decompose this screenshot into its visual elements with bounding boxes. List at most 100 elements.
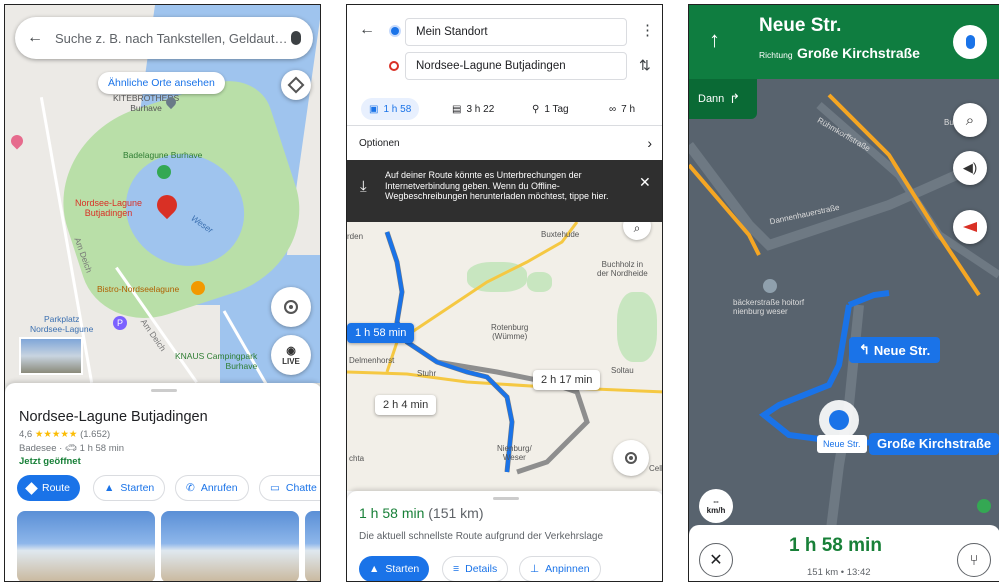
map-label: Soltau [611,366,634,375]
microphone-icon [965,35,975,49]
swap-icon[interactable]: ⇅ [639,57,651,74]
chat-button[interactable]: ▭ Chatte [259,475,320,501]
route-tag-alt1[interactable]: 2 h 17 min [533,370,601,390]
parking-icon: P [113,316,127,330]
pin-button[interactable]: ⊥ Anpinnen [519,556,601,581]
street-view-thumbnail[interactable] [19,337,83,375]
place-details-screen: ← Suche z. B. nach Tankstellen, Geldaut…… [4,4,321,582]
options-row[interactable]: Optionen › [347,126,662,160]
start-button[interactable]: ▲ Starten [359,556,430,581]
turn-left-icon: ↰ [859,342,870,357]
origin-input[interactable]: Mein Standort [405,18,627,46]
search-icon: ⌕ [633,222,641,235]
place-sheet[interactable]: Nordsee-Lagune Butjadingen 4,6 ★★★★★ (1.… [5,383,320,581]
layers-button[interactable] [281,70,311,100]
sound-button[interactable]: ◀) [953,151,987,185]
search-button[interactable]: ⌕ [953,103,987,137]
similar-places-chip[interactable]: Ähnliche Orte ansehen [98,72,225,94]
voice-button[interactable] [953,25,987,59]
alternate-routes-button[interactable]: ⑂ [957,543,991,577]
my-location-icon [625,452,637,464]
live-view-icon: ◉ [286,345,296,357]
route-map[interactable]: 1 h 58 min 2 h 17 min 2 h 4 min Buxtehud… [347,222,662,491]
back-arrow-icon[interactable]: ← [359,21,375,39]
back-arrow-icon[interactable]: ← [27,29,43,47]
next-street: Neue Str. [759,15,842,36]
arrow-up-icon: ↑ [709,27,720,52]
route-note: Die aktuell schnellste Route aufgrund de… [359,531,604,542]
close-icon: ✕ [709,552,723,569]
mode-transit[interactable]: ▤ 3 h 22 [452,98,494,120]
mode-car[interactable]: ▣ 1 h 58 [361,98,420,120]
map-view[interactable]: ← Suche z. B. nach Tankstellen, Geldaut…… [5,5,320,383]
route-distance: (151 km) [428,505,484,521]
search-input[interactable]: Suche z. B. nach Tankstellen, Geldaut… [55,31,291,46]
navigation-arrow-icon: ▲ [369,563,380,575]
poi-label: bäckerstraße hoitorf nienburg weser [733,298,805,316]
map-label: rden [347,232,364,241]
map-label-parkplatz: Parkplatz Nordsee-Lagune [30,314,94,334]
speedometer: -- km/h [699,489,733,523]
route-summary: 1 h 58 min (151 km) [359,505,484,521]
drag-handle[interactable] [150,389,177,392]
map-label: Delmenhorst [349,356,395,365]
search-bar[interactable]: ← Suche z. B. nach Tankstellen, Geldaut… [15,17,313,59]
rating-row: 4,6 ★★★★★ (1.652) [19,429,111,440]
map-label-bistro: Bistro-Nordseelagune [97,284,180,294]
offline-banner[interactable]: ⤓ Auf deiner Route könnte es Unterbrechu… [347,160,662,222]
trip-summary-bar[interactable]: ✕ 1 h 58 min 151 km • 13:42 ⑂ [689,525,999,581]
exit-navigation-button[interactable]: ✕ [699,543,733,577]
turn-instruction[interactable]: ↑ Neue Str. Richtung Große Kirchstraße [689,5,999,79]
destination-input[interactable]: Nordsee-Lagune Butjadingen [405,52,627,80]
then-instruction[interactable]: Dann ↱ [689,79,757,119]
origin-dot-icon [391,27,399,35]
live-view-button[interactable]: ◉ LIVE [271,335,311,375]
restaurant-icon [191,281,205,295]
details-button[interactable]: ≡ Details [442,556,509,581]
rating-stars: ★★★★★ [34,429,78,440]
route-button[interactable]: Route [17,475,81,501]
microphone-icon[interactable] [291,31,301,45]
directions-screen: ← Mein Standort ⋮ Nordsee-Lagune Butjadi… [346,4,663,582]
my-location-button[interactable] [271,287,311,327]
turn-street-sign: ↰ Neue Str. [849,337,941,363]
poi-icon [763,279,777,293]
speaker-icon: ◀) [962,160,978,175]
car-icon: 🚗︎ [64,443,78,454]
more-options-icon[interactable]: ⋮ [640,21,655,39]
eta-time: 1 h 58 min [789,535,882,556]
search-icon: ⌕ [965,111,975,129]
train-icon: ▤ [452,103,462,115]
download-icon: ⤓ [360,178,367,195]
place-photo[interactable] [17,511,155,581]
pushpin-icon: ⊥ [530,563,540,575]
route-tag-fastest[interactable]: 1 h 58 min [347,323,415,343]
compass-icon [963,222,977,232]
destination-pin-icon [389,61,399,71]
map-label: Stuhr [417,369,437,378]
directions-icon [25,481,38,495]
my-location-icon [284,300,298,314]
direction-line: Richtung Große Kirchstraße [759,45,920,61]
close-icon[interactable]: ✕ [639,175,651,188]
compass-button[interactable] [953,210,987,244]
chat-icon: ▭ [270,482,280,494]
my-location-button[interactable] [613,440,649,476]
map-label: chta [349,454,365,463]
route-tag-alt2[interactable]: 2 h 4 min [375,395,437,415]
place-photo[interactable] [305,511,320,581]
mode-walk[interactable]: ⚲ 1 Tag [532,98,569,120]
drag-handle[interactable] [492,497,519,500]
call-button[interactable]: ✆ Anrufen [175,475,249,501]
destination-street-sign: Große Kirchstraße [869,433,999,455]
route-summary-sheet[interactable]: 1 h 58 min (151 km) Die aktuell schnells… [347,491,662,581]
walk-icon: ⚲ [532,103,540,115]
layers-icon [287,76,305,94]
turn-right-icon: ↱ [729,91,741,106]
place-photo[interactable] [161,511,299,581]
mode-bike[interactable]: ∞ 7 h [609,98,635,120]
current-street-chip: Neue Str. [817,435,867,453]
phone-icon: ✆ [186,482,195,494]
start-button[interactable]: ▲ Starten [93,475,166,501]
place-title: Nordsee-Lagune Butjadingen [19,409,208,425]
